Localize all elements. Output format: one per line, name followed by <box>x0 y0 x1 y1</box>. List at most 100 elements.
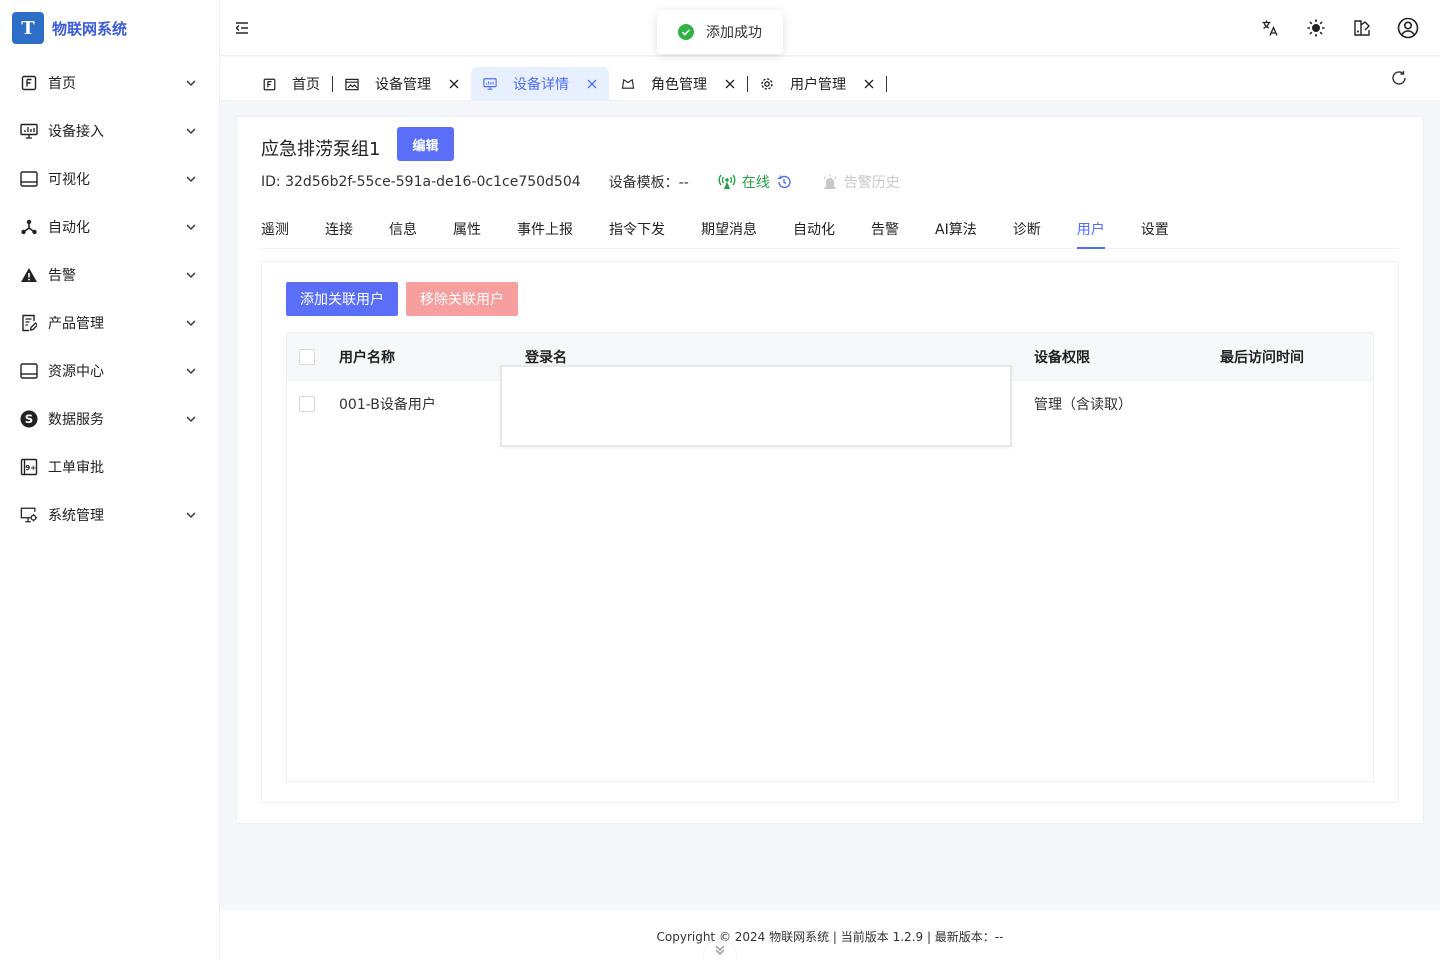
logo-icon: T <box>12 12 44 44</box>
subtab-desired[interactable]: 期望消息 <box>701 209 757 249</box>
column-header: 登录名 <box>525 349 567 366</box>
sidebar-item-label: 设备接入 <box>48 124 104 140</box>
tab-label: 用户管理 <box>790 77 846 93</box>
chevron-down-icon <box>186 176 196 182</box>
chevron-down-icon <box>186 272 196 278</box>
sidebar-item-system[interactable]: 系统管理 <box>0 491 219 539</box>
home-icon <box>20 74 38 92</box>
close-icon[interactable] <box>864 79 874 89</box>
online-status[interactable]: 在线 <box>717 172 792 192</box>
chevron-down-icon <box>186 416 196 422</box>
layout-switch-icon[interactable] <box>1350 16 1374 40</box>
subtab-attributes[interactable]: 属性 <box>453 209 481 249</box>
sidebar-item-product[interactable]: 产品管理 <box>0 299 219 347</box>
double-chevron-down-icon <box>715 945 725 956</box>
sidebar-item-ticket[interactable]: 9+ 工单审批 <box>0 443 219 491</box>
subtab-info[interactable]: 信息 <box>389 209 417 249</box>
success-toast: 添加成功 <box>657 10 783 54</box>
subtab-ai[interactable]: AI算法 <box>935 209 977 249</box>
device-template: 设备模板：-- <box>608 175 689 191</box>
remove-linked-user-button[interactable]: 移除关联用户 <box>406 282 518 316</box>
subtab-events[interactable]: 事件上报 <box>517 209 573 249</box>
sidebar-item-label: 可视化 <box>48 172 90 188</box>
row-checkbox[interactable] <box>299 396 315 412</box>
tab-device-detail[interactable]: 设备详情 <box>471 67 609 101</box>
subtab-alarms[interactable]: 告警 <box>871 209 899 249</box>
subtab-users[interactable]: 用户 <box>1076 209 1105 249</box>
sidebar-item-data-service[interactable]: S 数据服务 <box>0 395 219 443</box>
svg-text:9+: 9+ <box>25 464 36 472</box>
tab-home[interactable]: 首页 <box>250 67 332 101</box>
picture-icon <box>345 77 359 91</box>
sidebar-item-automation[interactable]: 自动化 <box>0 203 219 251</box>
select-all-checkbox[interactable] <box>299 348 315 365</box>
close-icon[interactable] <box>725 79 735 89</box>
role-icon <box>621 77 635 91</box>
subtab-telemetry[interactable]: 遥测 <box>261 209 289 249</box>
edit-doc-icon <box>20 314 38 332</box>
sidebar-item-label: 告警 <box>48 268 76 284</box>
alarm-light-icon <box>823 174 837 189</box>
column-header: 用户名称 <box>339 349 395 366</box>
tab-label: 设备管理 <box>375 77 431 93</box>
tab-divider <box>886 76 887 92</box>
sidebar-item-home[interactable]: 首页 <box>0 59 219 107</box>
sidebar-item-label: 数据服务 <box>48 412 104 428</box>
settings-screen-icon <box>20 506 38 524</box>
subtab-connection[interactable]: 连接 <box>325 209 353 249</box>
translate-icon[interactable] <box>1258 16 1282 40</box>
check-circle-icon <box>678 24 694 40</box>
tab-device-management[interactable]: 设备管理 <box>333 67 471 101</box>
device-meta: ID: 32d56b2f-55ce-591a-de16-0c1ce750d504… <box>261 172 900 192</box>
online-label: 在线 <box>741 175 770 191</box>
subtab-diagnosis[interactable]: 诊断 <box>1013 209 1041 249</box>
logo[interactable]: T 物联网系统 <box>0 0 219 56</box>
user-avatar-icon[interactable] <box>1396 16 1420 40</box>
tab-role-management[interactable]: 角色管理 <box>609 67 747 101</box>
sidebar-item-visualization[interactable]: 可视化 <box>0 155 219 203</box>
users-table: 用户名称 登录名 设备权限 最后访问时间 001-B设备用户 管理（含读取） <box>286 332 1374 782</box>
app-name: 物联网系统 <box>52 19 128 38</box>
tab-user-management[interactable]: 用户管理 <box>748 67 886 101</box>
alarm-history-link[interactable]: 告警历史 <box>822 172 900 192</box>
chevron-down-icon <box>186 512 196 518</box>
theme-sun-icon[interactable] <box>1304 16 1328 40</box>
menu-collapse-icon[interactable] <box>234 20 250 36</box>
sidebar-item-resources[interactable]: 资源中心 <box>0 347 219 395</box>
gear-icon <box>760 77 774 91</box>
ticket-icon: 9+ <box>20 458 38 476</box>
close-icon[interactable] <box>449 79 459 89</box>
close-icon[interactable] <box>587 79 597 89</box>
chevron-down-icon <box>186 368 196 374</box>
footer-copyright: Copyright © 2024 物联网系统 | 当前版本 1.2.9 | 最新… <box>656 930 1004 944</box>
page-tabs: 首页 设备管理 设备详情 角色管理 用户管理 <box>250 67 887 101</box>
footer: Copyright © 2024 物联网系统 | 当前版本 1.2.9 | 最新… <box>220 910 1440 960</box>
chevron-down-icon <box>186 320 196 326</box>
tab-label: 角色管理 <box>651 77 707 93</box>
alarm-history-label: 告警历史 <box>843 175 900 191</box>
header-actions <box>1258 16 1420 40</box>
sidebar-item-label: 首页 <box>48 76 76 92</box>
device-name: 应急排涝泵组1 <box>261 139 381 160</box>
home-icon <box>262 77 276 91</box>
popover-box <box>500 365 1012 447</box>
add-linked-user-button[interactable]: 添加关联用户 <box>286 282 398 316</box>
column-header: 设备权限 <box>1034 349 1090 366</box>
svg-text:S: S <box>25 412 33 426</box>
permission-cell: 管理（含读取） <box>1034 397 1132 413</box>
screen-icon <box>20 170 38 188</box>
signal-icon <box>718 174 736 189</box>
subtab-commands[interactable]: 指令下发 <box>609 209 665 249</box>
sidebar-item-label: 产品管理 <box>48 316 104 332</box>
refresh-icon[interactable] <box>1390 69 1408 87</box>
sidebar-item-alarm[interactable]: 告警 <box>0 251 219 299</box>
detail-subtabs: 遥测 连接 信息 属性 事件上报 指令下发 期望消息 自动化 告警 AI算法 诊… <box>261 209 1399 249</box>
monitor-icon <box>20 122 38 140</box>
column-header: 最后访问时间 <box>1220 349 1304 366</box>
history-icon[interactable] <box>776 174 792 190</box>
subtab-settings[interactable]: 设置 <box>1141 209 1169 249</box>
subtab-automation[interactable]: 自动化 <box>793 209 835 249</box>
edit-button[interactable]: 编辑 <box>397 127 454 161</box>
sidebar-item-device-access[interactable]: 设备接入 <box>0 107 219 155</box>
toast-message: 添加成功 <box>706 25 762 41</box>
